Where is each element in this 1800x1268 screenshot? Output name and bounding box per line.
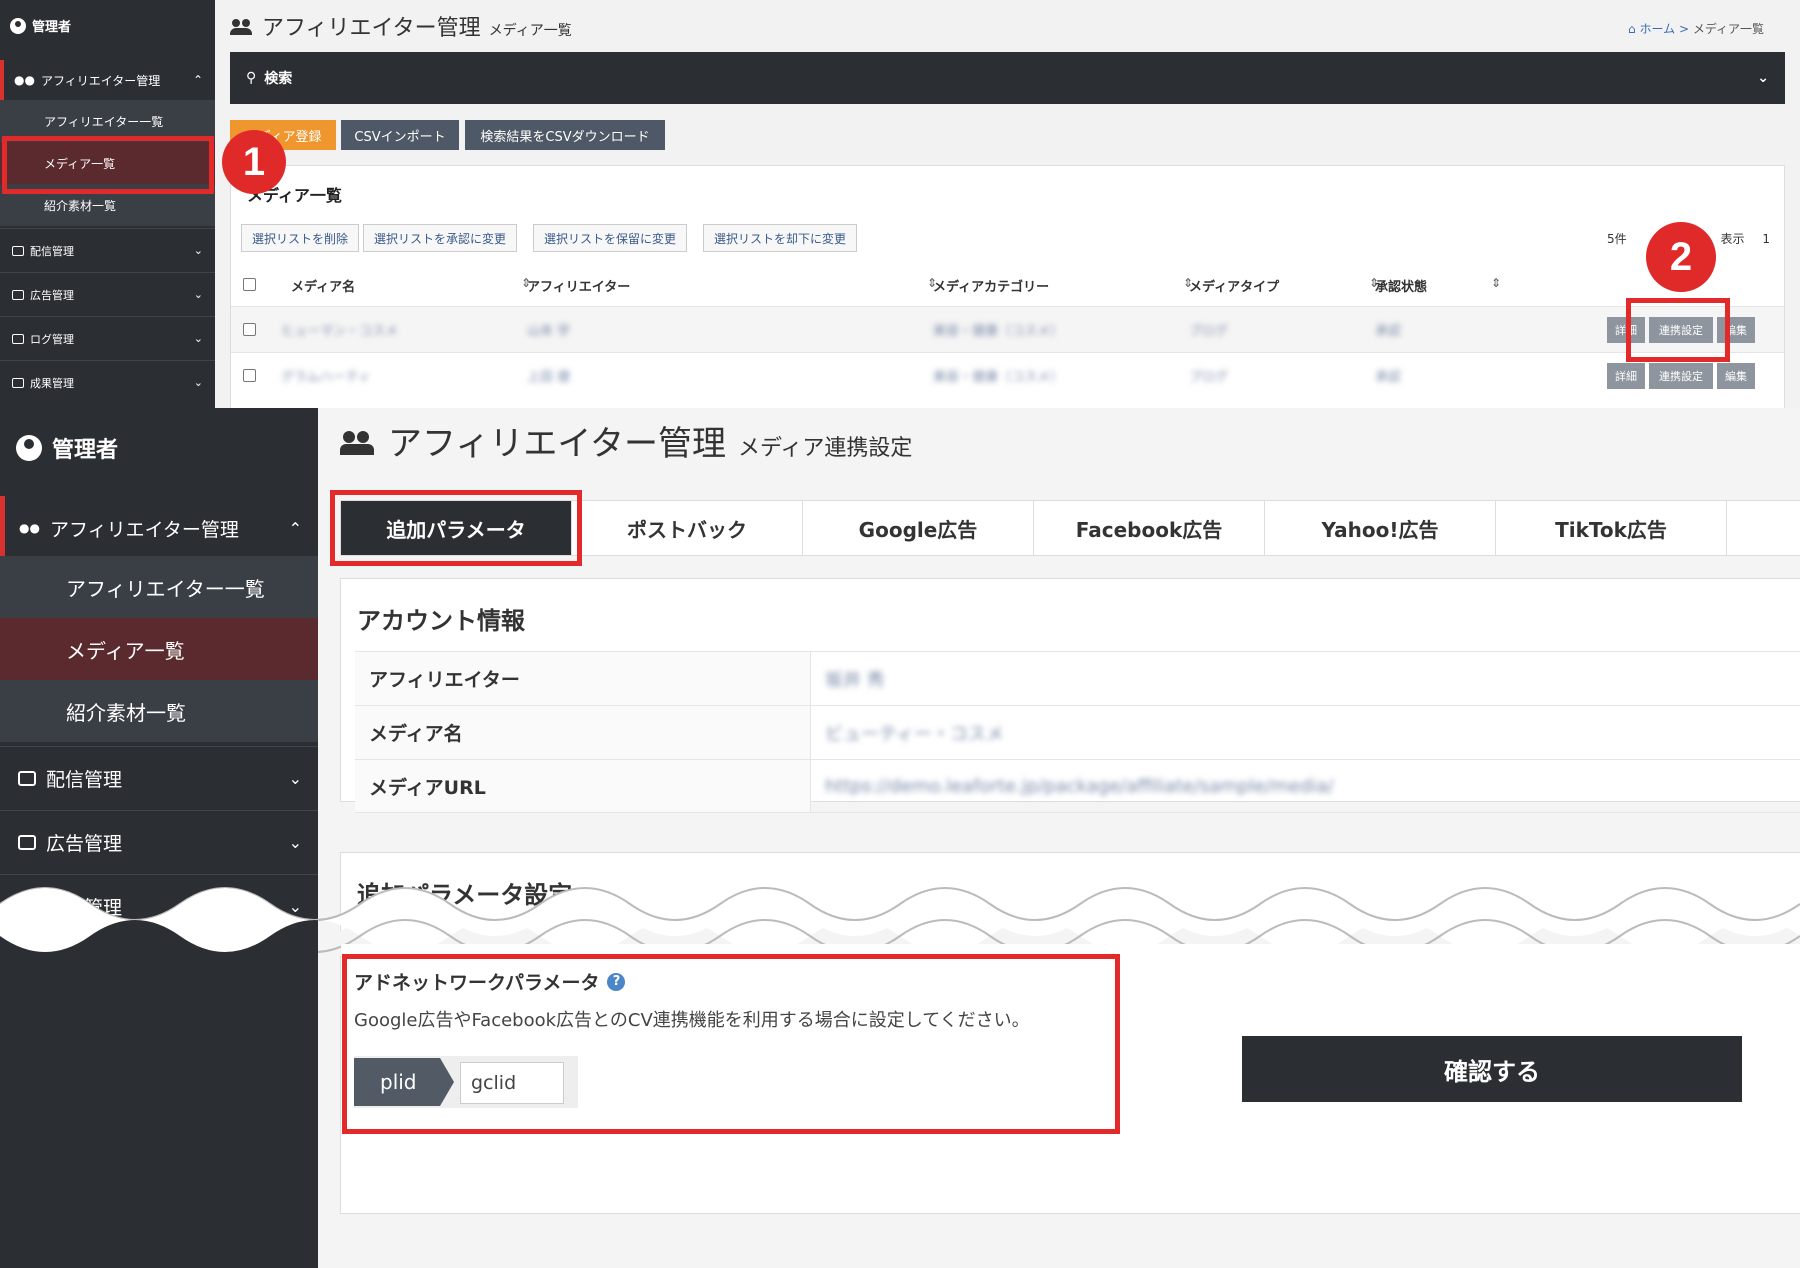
log-icon <box>12 333 24 344</box>
callout-step-1: 1 <box>222 130 286 194</box>
highlight-media-list <box>2 136 214 194</box>
people-icon <box>340 431 376 455</box>
highlight-link-settings <box>1626 298 1730 362</box>
chevron-down-icon: ⌄ <box>288 769 302 788</box>
csv-download-button[interactable]: 検索結果をCSVダウンロード <box>465 120 665 150</box>
bottom-sidebar-item-material-list[interactable]: 紹介素材一覧 <box>0 680 318 742</box>
breadcrumb: ⌂ ホーム > メディア一覧 <box>1628 20 1764 37</box>
tab-tiktok-ads[interactable]: TikTok広告 <box>1496 501 1727 555</box>
bottom-user-label[interactable]: 管理者 <box>16 432 118 464</box>
bottom-sidebar-menu-ads[interactable]: 広告管理 ⌄ <box>0 810 318 874</box>
table-row: ヒューマン・コスメ 山本 学 美容・健康（コスメ） ブログ 承認 詳細 連携設定… <box>231 306 1784 352</box>
search-icon: ⚲ <box>246 70 257 86</box>
chevron-down-icon: ⌄ <box>1757 70 1769 86</box>
chevron-up-icon: ⌃ <box>288 518 302 538</box>
top-user-label[interactable]: 管理者 <box>10 16 71 35</box>
edit-button[interactable]: 編集 <box>1717 363 1755 389</box>
bottom-sidebar-item-media-list[interactable]: メディア一覧 <box>0 618 318 680</box>
ads-icon <box>18 835 36 850</box>
chevron-down-icon: ⌄ <box>193 376 203 389</box>
highlight-params-tab <box>330 490 582 566</box>
row-checkbox[interactable] <box>243 369 256 382</box>
select-all-checkbox[interactable] <box>243 278 256 291</box>
bottom-sidebar: 管理者 ●● アフィリエイター管理 ⌃ アフィリエイター一覧 メディア一覧 紹介… <box>0 408 318 1268</box>
column-affiliate[interactable]: アフィリエイター <box>527 276 630 295</box>
chevron-down-icon: ⌄ <box>193 288 203 301</box>
bottom-sidebar-menu-delivery[interactable]: 配信管理 ⌄ <box>0 746 318 810</box>
bottom-page-title: アフィリエイター管理 メディア連携設定 <box>340 416 912 465</box>
chevron-up-icon: ⌃ <box>192 73 203 87</box>
csv-import-button[interactable]: CSVインポート <box>341 120 459 150</box>
top-sidebar-menu-delivery[interactable]: 配信管理 ⌄ <box>0 228 215 272</box>
confirm-button[interactable]: 確認する <box>1242 1036 1742 1102</box>
chevron-down-icon: ⌄ <box>193 244 203 257</box>
tab-postback[interactable]: ポストバック <box>572 501 803 555</box>
top-screenshot: 管理者 ●● アフィリエイター管理 ⌃ アフィリエイター一覧 メディア一覧 紹介… <box>0 0 1800 408</box>
people-icon <box>230 19 254 35</box>
bottom-sidebar-affiliate-header[interactable]: ●● アフィリエイター管理 ⌃ <box>0 496 318 560</box>
top-page-title: アフィリエイター管理 メディア一覧 <box>230 10 572 42</box>
ads-icon <box>12 289 24 300</box>
column-media-name[interactable]: メディア名 <box>291 276 355 295</box>
table-row: メディア名 ビューティー・コスメ <box>355 705 1800 759</box>
chart-icon <box>12 377 24 388</box>
top-main: アフィリエイター管理 メディア一覧 ⌂ ホーム > メディア一覧 ⚲ 検索 ⌄ … <box>215 0 1800 408</box>
delivery-icon <box>12 245 24 256</box>
table-row: メディアURL https://demo.leaforte.jp/package… <box>355 759 1800 813</box>
delivery-icon <box>18 771 36 786</box>
column-media-category[interactable]: メディアカテゴリー <box>933 276 1049 295</box>
chevron-down-icon: ⌄ <box>288 833 302 852</box>
user-icon <box>16 435 42 461</box>
detail-button[interactable]: 詳細 <box>1607 363 1645 389</box>
user-icon <box>10 17 26 34</box>
media-list-panel: メディア一覧 選択リストを削除 選択リストを承認に変更 選択リストを保留に変更 … <box>230 165 1785 408</box>
bulk-approve-button[interactable]: 選択リストを承認に変更 <box>363 224 518 252</box>
top-sidebar: 管理者 ●● アフィリエイター管理 ⌃ アフィリエイター一覧 メディア一覧 紹介… <box>0 0 215 408</box>
column-approval-status[interactable]: 承認状態 <box>1375 276 1427 295</box>
top-sidebar-menu-results[interactable]: 成果管理 ⌄ <box>0 360 215 404</box>
table-row: アフィリエイター 坂井 秀 <box>355 651 1800 705</box>
row-checkbox[interactable] <box>243 323 256 336</box>
tab-facebook-ads[interactable]: Facebook広告 <box>1034 501 1265 555</box>
people-icon: ●● <box>14 73 35 87</box>
table-row: グラムハーティ 上田 健 美容・健康（コスメ） ブログ 承認 詳細 連携設定 編… <box>231 352 1784 398</box>
home-icon: ⌂ <box>1628 22 1640 36</box>
callout-step-2: 2 <box>1646 222 1716 292</box>
bulk-reject-button[interactable]: 選択リストを却下に変更 <box>703 224 858 252</box>
bulk-hold-button[interactable]: 選択リストを保留に変更 <box>533 224 688 252</box>
tab-google-ads[interactable]: Google広告 <box>803 501 1034 555</box>
bulk-delete-button[interactable]: 選択リストを削除 <box>241 224 360 252</box>
search-panel-toggle[interactable]: ⚲ 検索 ⌄ <box>230 52 1785 104</box>
bottom-screenshot: 管理者 ●● アフィリエイター管理 ⌃ アフィリエイター一覧 メディア一覧 紹介… <box>0 408 1800 1268</box>
tab-yahoo-ads[interactable]: Yahoo!広告 <box>1265 501 1496 555</box>
bottom-sidebar-item-affiliate-list[interactable]: アフィリエイター一覧 <box>0 556 318 618</box>
top-sidebar-menu-ads[interactable]: 広告管理 ⌄ <box>0 272 215 316</box>
people-icon: ●● <box>19 521 40 535</box>
highlight-param-field <box>342 954 1120 1134</box>
top-sidebar-affiliate-header[interactable]: ●● アフィリエイター管理 ⌃ <box>0 60 215 100</box>
chevron-down-icon: ⌄ <box>193 332 203 345</box>
page-number[interactable]: 1 <box>1762 232 1770 246</box>
account-info-card: アカウント情報 アフィリエイター 坂井 秀 メディア名 ビューティー・コスメ メ… <box>340 578 1800 813</box>
top-sidebar-menu-logs[interactable]: ログ管理 ⌄ <box>0 316 215 360</box>
link-settings-button[interactable]: 連携設定 <box>1649 363 1713 389</box>
account-info-title: アカウント情報 <box>357 607 525 635</box>
sort-icon[interactable]: ⇕ <box>1491 276 1501 290</box>
breadcrumb-current: メディア一覧 <box>1692 22 1764 36</box>
column-media-type[interactable]: メディアタイプ <box>1189 276 1279 295</box>
breadcrumb-home[interactable]: ホーム > <box>1639 22 1689 36</box>
sidebar-wave <box>0 888 318 964</box>
